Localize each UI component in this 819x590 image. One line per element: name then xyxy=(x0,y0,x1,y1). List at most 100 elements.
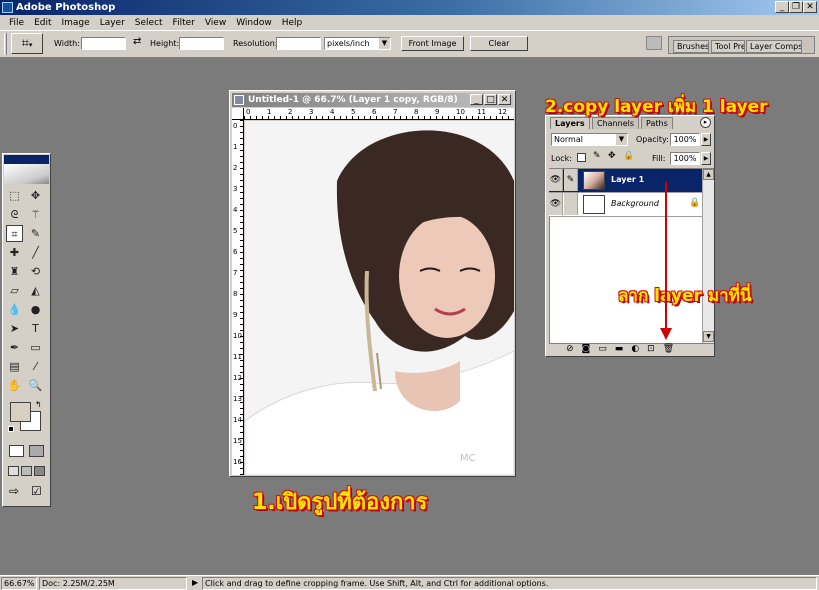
zoom-level[interactable]: 66.67% xyxy=(1,577,37,590)
lasso-tool-icon[interactable]: ᘓ xyxy=(6,206,23,223)
layers-scrollbar[interactable]: ▲ ▼ xyxy=(702,169,714,343)
ruler-tick-label: 4 xyxy=(233,206,238,214)
swap-colors-icon[interactable]: ↰ xyxy=(35,400,42,409)
screen-mode-menu-icon[interactable] xyxy=(21,466,32,476)
menu-layer[interactable]: Layer xyxy=(95,18,130,28)
annotation-step-2: 2.copy layer เพิ่ม 1 layer xyxy=(545,97,768,117)
photoshop-feather-logo[interactable] xyxy=(4,164,49,184)
shape-tool-icon[interactable]: ▭ xyxy=(27,339,44,356)
well-tab-brushes[interactable]: Brushes xyxy=(673,40,709,53)
image-canvas[interactable]: MC xyxy=(245,121,514,475)
link-layers-icon[interactable]: ⊘ xyxy=(566,344,574,354)
path-selection-tool-icon[interactable]: ➤ xyxy=(6,320,23,337)
scroll-down-icon[interactable]: ▼ xyxy=(703,331,714,342)
opacity-field[interactable]: 100% xyxy=(670,133,700,146)
horizontal-ruler[interactable]: 0 1 2 3 4 5 6 7 8 9 10 11 12 xyxy=(244,108,514,120)
pen-tool-icon[interactable]: ✒ xyxy=(6,339,23,356)
crop-preset-picker[interactable]: ⌗▾ xyxy=(11,33,43,54)
healing-brush-tool-icon[interactable]: ✚ xyxy=(6,244,23,261)
clear-button[interactable]: Clear xyxy=(470,36,528,51)
menu-view[interactable]: View xyxy=(200,18,231,28)
ruler-tick-label: 2 xyxy=(288,108,293,116)
zoom-tool-icon[interactable]: 🔍 xyxy=(27,377,44,394)
standard-mode-icon[interactable] xyxy=(9,445,24,457)
well-tab-tool-presets[interactable]: Tool Pre xyxy=(711,40,745,53)
new-adjustment-layer-icon[interactable]: ◐ xyxy=(631,344,639,354)
scroll-up-icon[interactable]: ▲ xyxy=(703,169,714,180)
ruler-origin[interactable] xyxy=(232,108,244,120)
layer-row-layer-1[interactable]: 👁 ✎ Layer 1 xyxy=(549,169,702,193)
status-menu-arrow-icon[interactable]: ▶ xyxy=(192,578,198,587)
visibility-eye-icon[interactable]: 👁 xyxy=(549,169,563,191)
add-layer-style-icon[interactable]: ◙ xyxy=(582,344,591,354)
height-field[interactable] xyxy=(179,37,224,50)
eraser-tool-icon[interactable]: ▱ xyxy=(6,282,23,299)
opacity-slider-button[interactable]: ▶ xyxy=(701,133,711,146)
magic-wand-tool-icon[interactable]: ⚚ xyxy=(27,206,44,223)
toolbox-header[interactable] xyxy=(4,155,49,164)
menu-image[interactable]: Image xyxy=(57,18,95,28)
default-colors-icon[interactable] xyxy=(8,426,14,432)
front-image-button[interactable]: Front Image xyxy=(401,36,464,51)
add-layer-mask-icon[interactable]: ▭ xyxy=(598,344,607,354)
document-minimize-button[interactable]: _ xyxy=(470,94,483,105)
menu-window[interactable]: Window xyxy=(231,18,277,28)
lock-transparency-icon[interactable] xyxy=(577,153,586,162)
eyedropper-tool-icon[interactable]: ⁄ xyxy=(27,358,44,375)
well-tab-layer-comps[interactable]: Layer Comps xyxy=(746,40,802,53)
blend-mode-select[interactable]: Normal ▼ xyxy=(551,133,628,146)
resolution-units-value: pixels/inch xyxy=(327,39,370,48)
menu-file[interactable]: File xyxy=(4,18,29,28)
menu-select[interactable]: Select xyxy=(130,18,168,28)
quick-mask-mode-icon[interactable] xyxy=(29,445,44,457)
width-field[interactable] xyxy=(81,37,126,50)
paint-bucket-tool-icon[interactable]: ◭ xyxy=(27,282,44,299)
dodge-tool-icon[interactable]: ● xyxy=(27,301,44,318)
file-browser-icon[interactable] xyxy=(646,36,662,50)
clone-stamp-tool-icon[interactable]: ♜ xyxy=(6,263,23,280)
fill-slider-button[interactable]: ▶ xyxy=(701,152,711,165)
marquee-tool-icon[interactable]: ⬚ xyxy=(6,187,23,204)
crop-tool-icon[interactable]: ⌗ xyxy=(6,225,23,242)
hand-tool-icon[interactable]: ✋ xyxy=(6,377,23,394)
screen-mode-standard-icon[interactable] xyxy=(8,466,19,476)
foreground-color-swatch[interactable] xyxy=(10,402,31,422)
create-new-layer-icon[interactable]: ⊡ xyxy=(647,344,655,354)
history-brush-tool-icon[interactable]: ⟲ xyxy=(27,263,44,280)
blur-tool-icon[interactable]: 💧 xyxy=(6,301,23,318)
minimize-button[interactable]: _ xyxy=(775,1,789,13)
lock-image-icon[interactable]: ✎ xyxy=(593,151,601,161)
vertical-ruler[interactable]: 0 1 2 3 4 5 6 7 8 9 10 11 12 13 14 15 16 xyxy=(232,120,244,475)
move-tool-icon[interactable]: ✥ xyxy=(27,187,44,204)
new-layer-set-icon[interactable]: ▬ xyxy=(615,344,624,354)
resolution-units-select[interactable]: pixels/inch ▼ xyxy=(324,37,391,50)
delete-layer-icon[interactable]: 🗑 xyxy=(663,344,674,354)
menu-filter[interactable]: Filter xyxy=(168,18,200,28)
lock-all-icon[interactable]: 🔒 xyxy=(623,151,634,161)
brush-tool-icon[interactable]: ╱ xyxy=(27,244,44,261)
close-button[interactable]: ✕ xyxy=(803,1,817,13)
width-label: Width: xyxy=(54,39,80,48)
jump-to-imageready-icon[interactable]: ⇨ xyxy=(9,484,19,498)
menu-help[interactable]: Help xyxy=(277,18,308,28)
document-maximize-button[interactable]: □ xyxy=(484,94,497,105)
restore-button[interactable]: ❐ xyxy=(789,1,803,13)
swap-dimensions-icon[interactable]: ⇄ xyxy=(133,36,141,47)
menu-edit[interactable]: Edit xyxy=(29,18,56,28)
lock-position-icon[interactable]: ✥ xyxy=(608,151,616,161)
lock-label: Lock: xyxy=(551,154,572,163)
resolution-field[interactable] xyxy=(276,37,321,50)
type-tool-icon[interactable]: T xyxy=(27,320,44,337)
options-grip[interactable] xyxy=(4,33,7,55)
ruler-tick-label: 8 xyxy=(414,108,419,116)
document-size[interactable]: Doc: 2.25M/2.25M xyxy=(39,577,187,590)
layer-row-background[interactable]: 👁 Background 🔒 xyxy=(549,193,702,217)
document-close-button[interactable]: ✕ xyxy=(498,94,511,105)
notes-tool-icon[interactable]: ▤ xyxy=(6,358,23,375)
edit-in-imageready-icon[interactable]: ☑ xyxy=(31,484,42,498)
screen-mode-full-icon[interactable] xyxy=(34,466,45,476)
layer-link-slot[interactable] xyxy=(564,193,578,215)
fill-field[interactable]: 100% xyxy=(670,152,700,165)
slice-tool-icon[interactable]: ✎ xyxy=(27,225,44,242)
visibility-eye-icon[interactable]: 👁 xyxy=(549,193,563,215)
